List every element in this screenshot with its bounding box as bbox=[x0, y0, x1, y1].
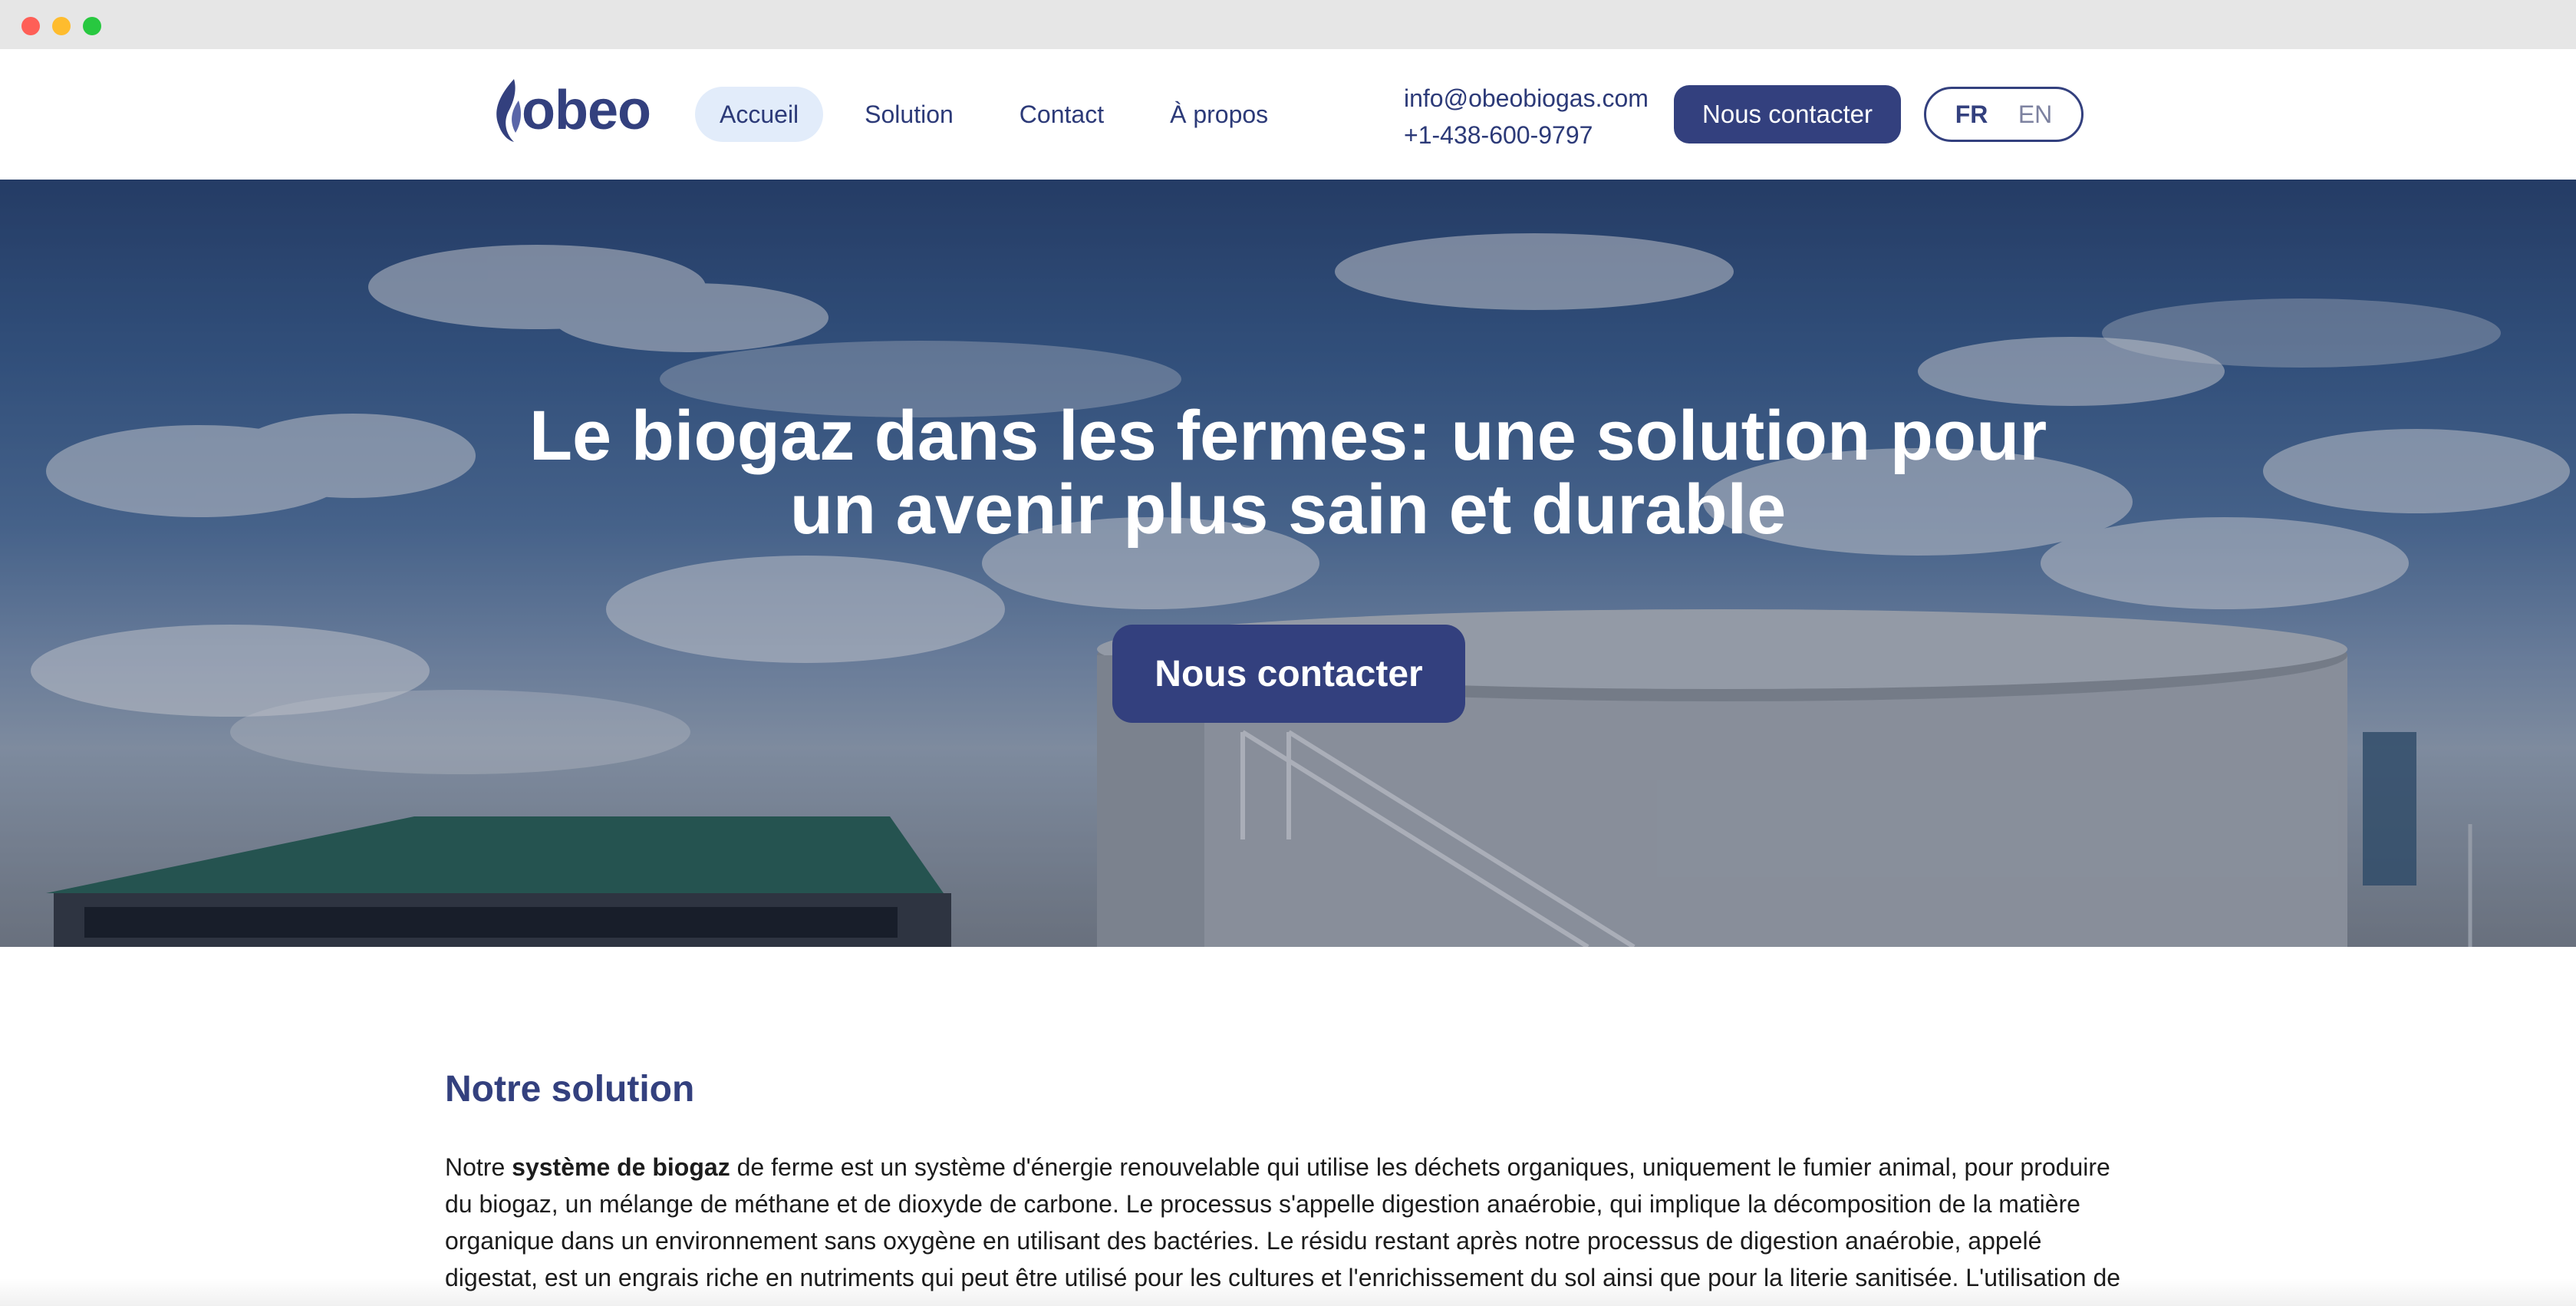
logo[interactable]: obeo bbox=[491, 72, 651, 149]
close-window-button[interactable] bbox=[21, 17, 40, 35]
section-heading: Notre solution bbox=[445, 1069, 695, 1110]
solution-paragraph: Notre système de biogaz de ferme est un … bbox=[445, 1149, 2133, 1296]
language-toggle: FR EN bbox=[1924, 87, 2084, 142]
lang-en-option[interactable]: EN bbox=[2018, 101, 2052, 129]
hero-section: Le biogaz dans les fermes: une solution … bbox=[0, 180, 2576, 947]
maximize-window-button[interactable] bbox=[83, 17, 101, 35]
logo-wordmark: obeo bbox=[522, 80, 651, 141]
flame-icon bbox=[496, 79, 521, 142]
nav-item-a-propos[interactable]: À propos bbox=[1145, 87, 1293, 142]
contact-info: info@obeobiogas.com +1-438-600-9797 bbox=[1404, 80, 1649, 153]
nav-item-contact[interactable]: Contact bbox=[995, 87, 1128, 142]
window-titlebar bbox=[0, 0, 2576, 49]
email-link[interactable]: info@obeobiogas.com bbox=[1404, 80, 1649, 117]
hero-overlay bbox=[0, 180, 2576, 947]
hero-contact-button[interactable]: Nous contacter bbox=[1112, 625, 1465, 723]
paragraph-intro: Notre bbox=[445, 1153, 512, 1181]
minimize-window-button[interactable] bbox=[52, 17, 71, 35]
site-header: obeo Accueil Solution Contact À propos i… bbox=[0, 49, 2576, 180]
main-nav: Accueil Solution Contact À propos bbox=[695, 87, 1309, 142]
paragraph-bold-term: système de biogaz bbox=[512, 1153, 730, 1181]
lang-fr-option[interactable]: FR bbox=[1955, 101, 1988, 129]
nav-item-accueil[interactable]: Accueil bbox=[695, 87, 824, 142]
phone-link[interactable]: +1-438-600-9797 bbox=[1404, 117, 1649, 153]
hero-title-line-1: Le biogaz dans les fermes: une solution … bbox=[529, 397, 2047, 475]
header-contact-button[interactable]: Nous contacter bbox=[1674, 85, 1901, 143]
scroll-shadow bbox=[0, 1278, 2576, 1306]
nav-item-solution[interactable]: Solution bbox=[840, 87, 978, 142]
hero-title-line-2: un avenir plus sain et durable bbox=[789, 470, 1787, 549]
hero-title: Le biogaz dans les fermes: une solution … bbox=[0, 399, 2576, 546]
